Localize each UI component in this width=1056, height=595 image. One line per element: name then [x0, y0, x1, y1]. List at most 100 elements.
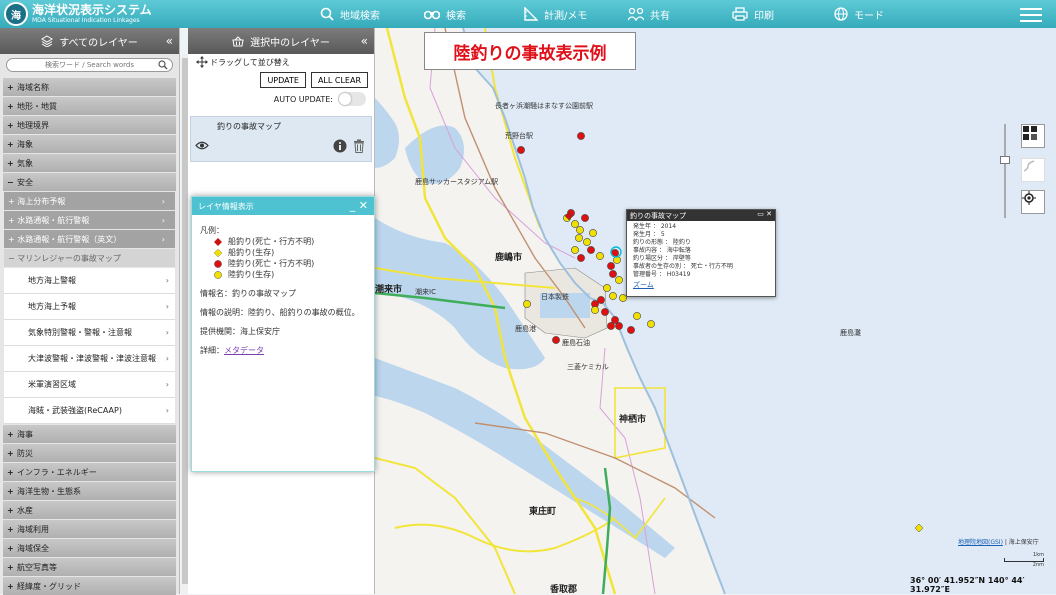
layer-item[interactable]: 気象特別警報・警報・注意報 › [4, 320, 175, 346]
category-disaster[interactable]: + 防災 [3, 444, 176, 462]
zoom-slider-knob[interactable] [1000, 156, 1010, 164]
layer-item[interactable]: 米軍演習区域 › [4, 372, 175, 398]
fatal-accident-marker[interactable] [581, 214, 589, 222]
plus-icon: + [7, 505, 14, 515]
subcategory-forecast[interactable]: + 海上分布予報 › [4, 192, 175, 210]
survived-accident-marker[interactable] [615, 276, 623, 284]
category-infrastructure[interactable]: + インフラ・エネルギー [3, 463, 176, 481]
category-weather[interactable]: + 気象 [3, 154, 176, 172]
nav-search[interactable]: 検索 [424, 4, 466, 24]
fatal-accident-marker[interactable] [587, 246, 595, 254]
zoom-link[interactable]: ズーム [633, 281, 654, 289]
nav-mode[interactable]: モード [834, 4, 884, 24]
survived-accident-marker[interactable] [523, 300, 531, 308]
survived-accident-marker[interactable] [596, 252, 604, 260]
eye-icon[interactable] [195, 141, 209, 150]
chevron-right-icon: › [165, 276, 169, 285]
category-boundaries[interactable]: + 地理境界 [3, 116, 176, 134]
fatal-accident-marker[interactable] [577, 254, 585, 262]
survived-accident-marker[interactable] [647, 320, 655, 328]
feature-popup-header[interactable]: 釣りの事故マップ ▭ ✕ [627, 210, 775, 221]
fatal-accident-marker[interactable] [577, 132, 585, 140]
search-icon[interactable] [158, 60, 168, 70]
survived-accident-marker[interactable] [571, 220, 579, 228]
fatal-accident-marker[interactable] [517, 146, 525, 154]
layer-item[interactable]: 地方海上警報 › [4, 268, 175, 294]
boat-accident-marker[interactable] [914, 523, 924, 533]
category-grid[interactable]: + 経緯度・グリッド [3, 577, 176, 595]
category-terrain[interactable]: + 地形・地質 [3, 97, 176, 115]
fatal-accident-marker[interactable] [607, 322, 615, 330]
survived-accident-marker[interactable] [583, 238, 591, 246]
survived-accident-marker[interactable] [591, 306, 599, 314]
survived-accident-marker[interactable] [603, 284, 611, 292]
category-aerial-photos[interactable]: + 航空写真等 [3, 558, 176, 576]
gsi-link[interactable]: 地理院地図(GSI) [958, 539, 1003, 546]
category-sea-area-names[interactable]: + 海域名称 [3, 78, 176, 96]
category-ecosystem[interactable]: + 海洋生物・生態系 [3, 482, 176, 500]
survived-accident-marker[interactable] [609, 292, 617, 300]
fatal-accident-marker[interactable] [615, 322, 623, 330]
survived-accident-marker[interactable] [576, 226, 584, 234]
layers-icon [41, 35, 54, 47]
category-safety[interactable]: − 安全 [3, 173, 176, 191]
nav-print[interactable]: 印刷 [732, 4, 774, 24]
subcategory-notices-en[interactable]: + 水路通報・航行警報（英文） › [4, 230, 175, 248]
survived-accident-marker[interactable] [571, 246, 579, 254]
map-canvas[interactable]: 鹿嶋市 神栖市 東庄町 香取郡 潮来市 長者ヶ浜潮騒はまなす公園前駅 荒野台駅 … [375, 28, 1056, 594]
info-detail: 詳細：メタデータ [200, 346, 264, 355]
layer-item[interactable]: 地方海上予報 › [4, 294, 175, 320]
close-icon[interactable]: ✕ [359, 199, 368, 212]
fatal-accident-marker[interactable] [609, 270, 617, 278]
popup-row: 発生年 ： 2014 [633, 223, 677, 230]
selected-layer-item[interactable]: 釣りの事故マップ [190, 116, 372, 162]
layer-item[interactable]: 大津波警報・津波警報・津波注意報 › [4, 346, 175, 372]
survived-accident-marker[interactable] [633, 312, 641, 320]
subcategory-marine-leisure[interactable]: − マリンレジャーの事故マップ [4, 249, 175, 267]
layer-item[interactable]: 海賊・武装強盗(ReCAAP) › [4, 398, 175, 424]
fatal-accident-marker[interactable] [601, 308, 609, 316]
layer-info-dialog-header[interactable]: レイヤ情報表示 _ ✕ [192, 197, 374, 215]
subcategory-notices[interactable]: + 水路通報・航行警報 › [4, 211, 175, 229]
layer-switch-icon[interactable] [1021, 124, 1045, 148]
plus-icon: + [7, 581, 14, 591]
nav-region-search[interactable]: 地域検索 [320, 4, 380, 24]
zoom-slider[interactable] [1000, 124, 1010, 218]
hamburger-menu-icon[interactable] [1020, 6, 1042, 22]
survived-accident-marker[interactable] [575, 234, 583, 242]
auto-update-label: AUTO UPDATE: [273, 94, 333, 104]
close-icon[interactable]: ✕ [766, 210, 772, 218]
plus-icon: + [7, 524, 14, 534]
nav-measure-memo[interactable]: 計測/メモ [524, 4, 587, 24]
fatal-accident-marker[interactable] [627, 326, 635, 334]
minimize-icon[interactable]: _ [350, 199, 356, 212]
category-sea-use[interactable]: + 海域利用 [3, 520, 176, 538]
survived-accident-marker[interactable] [589, 229, 597, 237]
update-button[interactable]: UPDATE [260, 72, 306, 88]
fatal-accident-marker[interactable] [552, 336, 560, 344]
fatal-accident-marker[interactable] [607, 262, 615, 270]
dialog-controls: _ ✕ [350, 199, 368, 212]
info-icon[interactable] [333, 139, 347, 153]
metadata-link[interactable]: メタデータ [224, 346, 264, 355]
category-fisheries[interactable]: + 水産 [3, 501, 176, 519]
nav-share[interactable]: 共有 [628, 4, 670, 24]
printer-icon [732, 7, 748, 21]
collapse-panel-icon[interactable]: « [166, 34, 173, 48]
collapse-panel-icon[interactable]: « [361, 34, 368, 48]
auto-update-row: AUTO UPDATE: [188, 88, 374, 110]
route-icon[interactable] [1021, 158, 1045, 182]
category-maritime[interactable]: + 海事 [3, 425, 176, 443]
current-location-icon[interactable] [1021, 190, 1045, 214]
app-logo[interactable]: 海 海洋状況表示システム MDA Situational Indication … [4, 2, 152, 26]
maximize-icon[interactable]: ▭ [757, 210, 764, 218]
category-oceanography[interactable]: + 海象 [3, 135, 176, 153]
trash-icon[interactable] [353, 139, 365, 153]
layer-search-input[interactable] [7, 59, 172, 71]
auto-update-toggle[interactable] [338, 92, 366, 106]
category-conservation[interactable]: + 海域保全 [3, 539, 176, 557]
all-clear-button[interactable]: ALL CLEAR [310, 72, 368, 88]
info-provider: 提供機関：海上保安庁 [200, 327, 280, 336]
logo-badge: 海 [4, 2, 28, 26]
selected-layer-name: 釣りの事故マップ [217, 122, 281, 131]
